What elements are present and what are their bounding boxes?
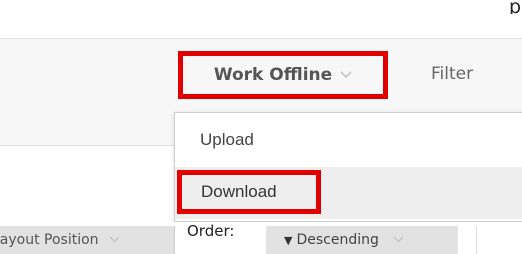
menu-item-upload[interactable]: Upload — [175, 113, 522, 167]
sort-order-label: Descending — [296, 232, 379, 248]
menu-item-download-label: Download — [201, 182, 277, 201]
layout-position-column-header[interactable]: Layout Position — [0, 226, 175, 254]
work-offline-dropdown-menu: Upload Download — [174, 112, 522, 222]
top-strip: p — [0, 0, 522, 38]
work-offline-button[interactable]: Work Offline — [178, 51, 388, 99]
menu-item-upload-label: Upload — [200, 130, 254, 149]
chevron-down-icon — [109, 234, 120, 247]
table-header: Layout Position Order: ▼ Descending — [0, 222, 522, 254]
order-label: Order: — [187, 222, 235, 240]
partial-top-text: p — [509, 0, 522, 14]
sub-toolbar — [0, 113, 175, 146]
toolbar: Work Offline Filter — [0, 38, 522, 114]
menu-item-download[interactable]: Download — [175, 167, 522, 219]
chevron-down-icon — [393, 234, 404, 247]
sort-order-dropdown[interactable]: ▼ Descending — [266, 226, 458, 254]
sort-descending-arrow-icon: ▼ — [284, 233, 293, 247]
work-offline-label: Work Offline — [213, 65, 333, 85]
layout-position-label: Layout Position — [0, 232, 99, 248]
download-highlight-box: Download — [177, 170, 321, 214]
column-divider — [476, 226, 477, 254]
filter-button[interactable]: Filter — [431, 64, 473, 84]
chevron-down-icon — [340, 68, 352, 82]
